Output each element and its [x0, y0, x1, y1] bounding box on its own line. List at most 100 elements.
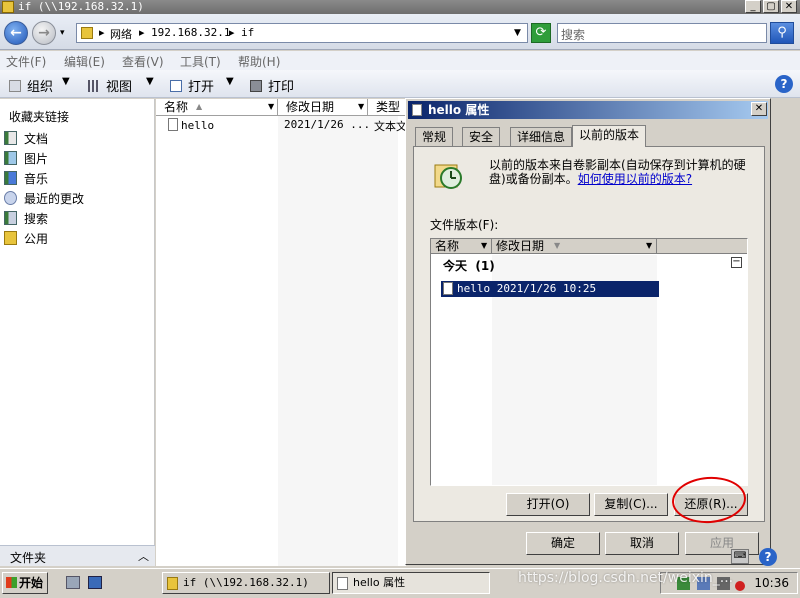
clock[interactable]: 10:36 [754, 576, 789, 590]
folder-icon [167, 577, 178, 590]
menu-view[interactable]: 查看(V) [122, 53, 164, 70]
open-dropdown-icon[interactable]: ▼ [226, 76, 234, 87]
column-type[interactable]: 类型 [368, 99, 406, 116]
chevron-right-icon[interactable]: ▸ [139, 26, 145, 39]
column-date-modified[interactable]: 修改日期 ▼ [278, 99, 368, 116]
file-list: 名称 ▲ ▼ 修改日期 ▼ 类型 hello 2021/1/26 ... 文本文 [156, 99, 407, 566]
versions-column-date[interactable]: 修改日期 ▼ ▼ [492, 239, 657, 254]
nav-item-documents[interactable]: 文档 [4, 130, 48, 147]
column-filter-icon[interactable]: ▼ [481, 239, 487, 253]
sort-descending-icon: ▼ [554, 241, 561, 250]
server-manager-icon[interactable] [66, 576, 80, 589]
ok-button[interactable]: 确定 [526, 532, 600, 555]
watermark: https://blog.csdn.net/weixin_... [518, 570, 734, 586]
search-input[interactable]: 搜索 [557, 23, 767, 43]
column-filter-icon[interactable]: ▼ [358, 99, 364, 115]
open-button[interactable]: 打开 [170, 76, 214, 95]
navigation-pane: 收藏夹链接 文档 图片 音乐 最近的更改 搜索 公用 [0, 99, 155, 566]
window-title: if (\\192.168.32.1) [18, 0, 144, 13]
menu-file[interactable]: 文件(F) [6, 53, 46, 70]
nav-item-music[interactable]: 音乐 [4, 170, 48, 187]
views-button[interactable]: 视图 [88, 76, 132, 95]
versions-column-name[interactable]: 名称 ▼ [431, 239, 492, 254]
open-version-button[interactable]: 打开(O) [506, 493, 590, 516]
nav-item-search[interactable]: 搜索 [4, 210, 48, 227]
nav-item-pictures[interactable]: 图片 [4, 150, 48, 167]
open-icon [170, 80, 182, 92]
dialog-title: hello 属性 [428, 103, 490, 117]
file-versions-list: 名称 ▼ 修改日期 ▼ ▼ 今天 (1) − hello 2021/1/26 1… [430, 238, 748, 486]
help-icon[interactable]: ? [775, 75, 793, 93]
chevron-right-icon[interactable]: ▸ [99, 26, 105, 39]
keyboard-icon[interactable]: ⌨ [731, 549, 749, 564]
public-folder-icon [4, 231, 17, 245]
file-versions-label: 文件版本(F): [430, 218, 499, 232]
views-dropdown-icon[interactable]: ▼ [146, 76, 154, 87]
how-to-use-link[interactable]: 如何使用以前的版本? [578, 172, 692, 186]
menu-edit[interactable]: 编辑(E) [64, 53, 105, 70]
favorite-links-header: 收藏夹链接 [9, 110, 70, 124]
minimize-button[interactable]: _ [745, 0, 761, 13]
column-name[interactable]: 名称 ▲ ▼ [156, 99, 278, 116]
collapse-icon[interactable]: − [731, 257, 742, 268]
menu-tools[interactable]: 工具(T) [180, 53, 221, 70]
text-file-icon [412, 104, 422, 116]
column-filter-icon[interactable]: ▼ [646, 239, 652, 253]
search-icon[interactable]: ⚲ [770, 22, 794, 44]
tab-previous-versions[interactable]: 以前的版本 [572, 125, 647, 147]
network-folder-icon [81, 27, 93, 39]
column-filter-icon[interactable]: ▼ [268, 99, 274, 115]
command-toolbar: 组织 ▼ 视图 ▼ 打开 ▼ 打印 ? [0, 70, 800, 98]
version-row-selected[interactable]: hello 2021/1/26 10:25 [441, 281, 659, 297]
start-button[interactable]: 开始 [2, 572, 48, 594]
recent-icon [4, 191, 17, 205]
music-icon [4, 171, 17, 185]
task-explorer[interactable]: if (\\192.168.32.1) [162, 572, 330, 594]
show-desktop-icon[interactable] [88, 576, 102, 589]
pictures-icon [4, 151, 17, 165]
group-header-today[interactable]: 今天 (1) [443, 257, 495, 274]
file-row-hello[interactable]: hello 2021/1/26 ... 文本文 [168, 118, 407, 133]
views-icon [88, 80, 100, 92]
back-button[interactable]: ← [4, 21, 28, 45]
chevron-right-icon[interactable]: ▸ [229, 26, 235, 39]
nav-item-recent-changes[interactable]: 最近的更改 [4, 190, 84, 207]
nav-item-public[interactable]: 公用 [4, 230, 48, 247]
previous-versions-panel: 以前的版本来自卷影副本(自动保存到计算机的硬盘)或备份副本。如何使用以前的版本?… [413, 146, 765, 522]
address-dropdown-icon[interactable]: ▼ [514, 28, 521, 38]
error-tray-icon[interactable] [735, 581, 745, 591]
tab-security[interactable]: 安全 [462, 127, 501, 146]
folder-icon [2, 1, 14, 13]
dialog-close-button[interactable]: ✕ [751, 102, 767, 116]
windows-logo-icon [6, 577, 17, 588]
folders-toggle[interactable]: 文件夹 ︿ [0, 545, 155, 566]
copy-version-button[interactable]: 复制(C)... [594, 493, 668, 516]
print-button[interactable]: 打印 [250, 76, 294, 95]
organize-dropdown-icon[interactable]: ▼ [62, 76, 70, 87]
address-field[interactable]: ▸ 网络 ▸ 192.168.32.1 ▸ if ▼ [76, 23, 528, 43]
previous-versions-icon [434, 164, 462, 189]
refresh-icon[interactable]: ⟳ [531, 23, 551, 43]
chevron-up-icon[interactable]: ︿ [138, 548, 149, 564]
printer-icon [250, 80, 262, 92]
menu-bar: 文件(F) 编辑(E) 查看(V) 工具(T) 帮助(H) [0, 51, 800, 70]
menu-help[interactable]: 帮助(H) [238, 53, 280, 70]
tab-details[interactable]: 详细信息 [510, 127, 573, 146]
tab-general[interactable]: 常规 [415, 127, 454, 146]
file-list-header: 名称 ▲ ▼ 修改日期 ▼ 类型 [156, 99, 406, 116]
help-icon[interactable]: ? [759, 548, 777, 566]
cancel-button[interactable]: 取消 [605, 532, 679, 555]
organize-icon [9, 80, 21, 92]
maximize-button[interactable]: ▢ [763, 0, 779, 13]
versions-list-header: 名称 ▼ 修改日期 ▼ ▼ [431, 239, 747, 254]
breadcrumb-network[interactable]: 网络 [110, 26, 132, 42]
documents-icon [4, 131, 17, 145]
history-dropdown-icon[interactable]: ▾ [60, 28, 65, 38]
organize-button[interactable]: 组织 [9, 76, 53, 95]
breadcrumb-folder[interactable]: if [241, 26, 254, 39]
breadcrumb-host[interactable]: 192.168.32.1 [151, 26, 230, 39]
close-button[interactable]: ✕ [781, 0, 797, 13]
task-properties[interactable]: hello 属性 [332, 572, 490, 594]
search-folder-icon [4, 211, 17, 225]
forward-button[interactable]: → [32, 21, 56, 45]
